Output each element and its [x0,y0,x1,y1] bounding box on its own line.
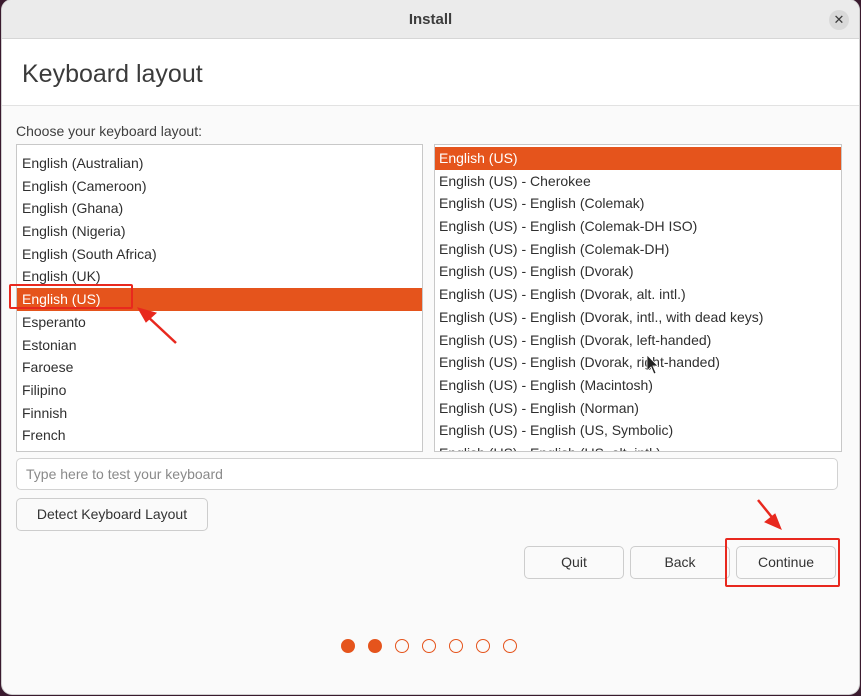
progress-dot [476,639,490,653]
variant-list-items: English (US) English (US) - Cherokee Engli… [435,147,841,451]
installer-window: Install ✕ Keyboard layout Choose your ke… [2,0,859,694]
list-item[interactable]: English (US) - English (Colemak) [435,192,841,215]
page-header: Keyboard layout [2,39,859,106]
window-title: Install [408,11,453,28]
list-item[interactable]: French [17,424,422,447]
progress-dot [503,639,517,653]
list-item[interactable]: Faroese [17,356,422,379]
back-button[interactable]: Back [630,546,730,579]
annotation-box-english-us [9,284,133,309]
list-item[interactable]: English (Cameroon) [17,175,422,198]
progress-dot [368,639,382,653]
list-item[interactable]: English (US) - English (Norman) [435,397,841,420]
annotation-box-continue [725,538,840,587]
close-icon: ✕ [833,12,845,27]
list-item[interactable]: Estonian [17,334,422,357]
quit-button[interactable]: Quit [524,546,624,579]
page-title: Keyboard layout [22,60,203,88]
list-item[interactable]: English (US) - English (Colemak-DH) [435,238,841,261]
detect-keyboard-layout-button[interactable]: Detect Keyboard Layout [16,498,208,531]
list-item[interactable]: Esperanto [17,311,422,334]
list-item[interactable]: English (US) - English (Macintosh) [435,374,841,397]
list-item[interactable]: English (US) - English (Dvorak, alt. int… [435,283,841,306]
list-item[interactable]: English (US) - Cherokee [435,170,841,193]
keyboard-test-input[interactable] [16,458,838,490]
progress-dot [395,639,409,653]
list-item[interactable]: English (US) - English (Dvorak, left-han… [435,329,841,352]
title-bar: Install ✕ [2,0,859,39]
list-item[interactable]: English (South Africa) [17,243,422,266]
close-button[interactable]: ✕ [829,10,849,30]
list-item[interactable]: Filipino [17,379,422,402]
progress-indicator [341,639,517,653]
list-item[interactable]: English (US) - English (Dvorak, intl., w… [435,306,841,329]
list-item[interactable]: English (US) - English (Dvorak, right-ha… [435,351,841,374]
list-item[interactable]: English (US) - English (Colemak-DH ISO) [435,215,841,238]
variant-list[interactable]: English (US) English (US) - Cherokee Engli… [434,144,842,452]
list-item[interactable]: English (US) [435,147,841,170]
list-item[interactable]: English (Nigeria) [17,220,422,243]
list-item[interactable]: Finnish [17,402,422,425]
list-item[interactable]: English (Ghana) [17,197,422,220]
progress-dot [449,639,463,653]
list-item[interactable]: English (Australian) [17,152,422,175]
list-item[interactable]: English (US) - English (US, Symbolic) [435,419,841,442]
progress-dot [341,639,355,653]
list-item[interactable]: English (US) - English (Dvorak) [435,260,841,283]
progress-dot [422,639,436,653]
list-item[interactable]: English (US) - English (US, alt. intl.) [435,442,841,451]
choose-layout-label: Choose your keyboard layout: [16,123,202,139]
